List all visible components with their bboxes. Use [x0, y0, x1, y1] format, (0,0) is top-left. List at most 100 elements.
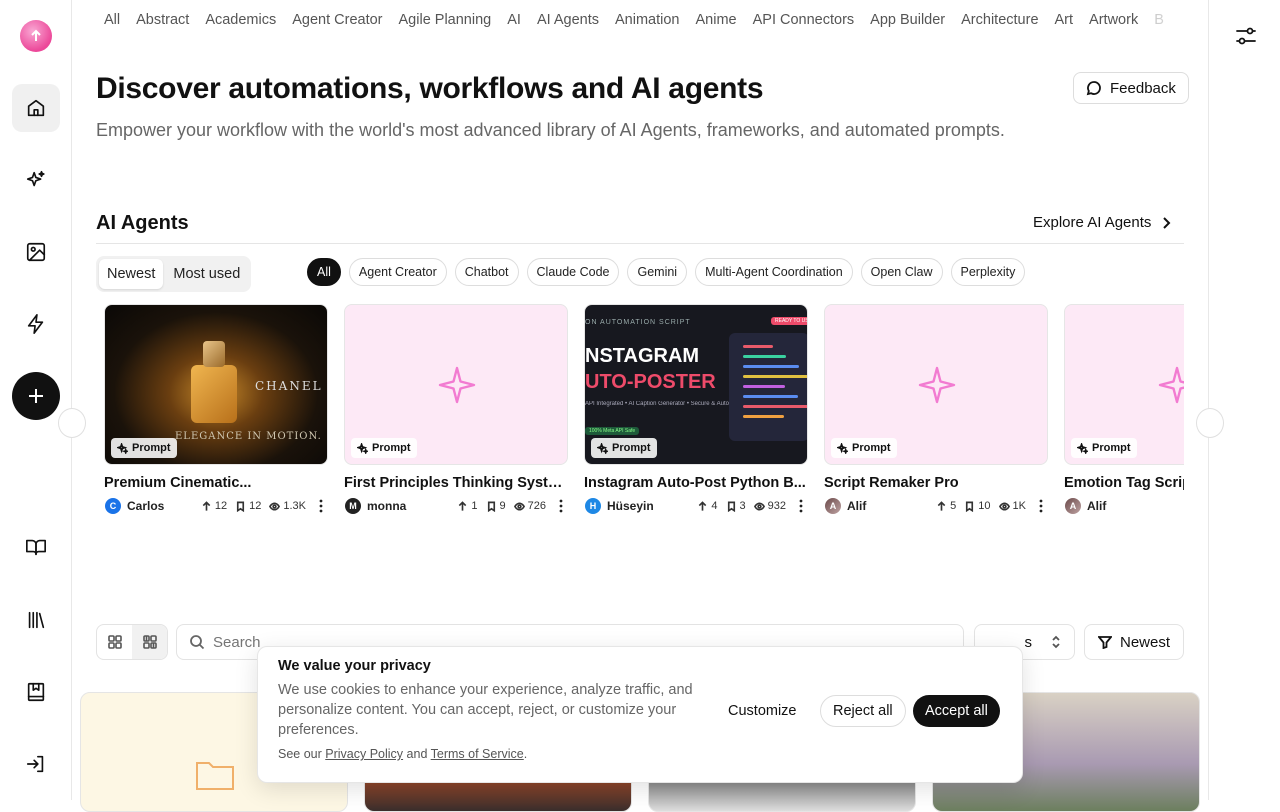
avatar-letter: A: [829, 501, 837, 511]
category-tab[interactable]: Animation: [615, 12, 679, 28]
filter-chip[interactable]: Gemini: [627, 258, 688, 286]
sort-toggle: Newest Most used: [96, 256, 252, 292]
settings-sliders-icon[interactable]: [1234, 24, 1258, 48]
save-stat[interactable]: 10: [964, 500, 991, 512]
explore-link[interactable]: Explore AI Agents: [1033, 214, 1173, 231]
chevron-right-icon: [1163, 216, 1171, 229]
dense-grid-icon: [142, 635, 157, 649]
terms-of-service-link[interactable]: Terms of Service: [431, 747, 524, 761]
card-menu-button[interactable]: [314, 499, 328, 513]
upvote-stat[interactable]: 5: [936, 500, 956, 512]
nav-ai-button[interactable]: [12, 156, 60, 204]
thumb-brand-text: CHANEL: [255, 379, 323, 393]
category-tab[interactable]: App Builder: [870, 12, 945, 28]
app-logo[interactable]: [20, 20, 52, 52]
carousel-prev-button[interactable]: [58, 408, 86, 438]
filter-chip[interactable]: Claude Code: [526, 258, 620, 286]
nav-login-button[interactable]: [12, 740, 60, 788]
card-tag-label: Prompt: [1092, 442, 1131, 454]
upvote-stat[interactable]: 12: [201, 500, 227, 512]
author-name[interactable]: Carlos: [127, 499, 193, 513]
create-button[interactable]: [12, 372, 60, 420]
sparkles-icon: [26, 170, 45, 187]
sort-tab-most-used[interactable]: Most used: [165, 259, 248, 289]
nav-automations-button[interactable]: [12, 300, 60, 348]
avatar-letter: A: [1069, 501, 1077, 511]
save-stat[interactable]: 3: [726, 500, 746, 512]
sort-tab-newest[interactable]: Newest: [99, 259, 164, 289]
agent-card[interactable]: Prompt First Principles Thinking System Mm…: [344, 304, 568, 515]
agents-carousel: CHANEL ELEGANCE IN MOTION. Prompt Premium C…: [104, 304, 1184, 524]
card-menu-button[interactable]: [794, 499, 808, 513]
filter-chip[interactable]: Perplexity: [950, 258, 1026, 286]
dense-grid-view-button[interactable]: [132, 625, 167, 659]
card-tag: Prompt: [351, 438, 417, 458]
privacy-policy-link[interactable]: Privacy Policy: [325, 747, 403, 761]
upvote-stat[interactable]: 1: [457, 500, 478, 512]
category-fade: [1156, 0, 1204, 40]
save-stat[interactable]: 12: [235, 500, 261, 512]
filter-chip[interactable]: Agent Creator: [348, 258, 447, 286]
category-tab[interactable]: Agent Creator: [292, 12, 382, 28]
card-menu-button[interactable]: [554, 499, 568, 513]
nav-images-button[interactable]: [12, 228, 60, 276]
more-vertical-icon: [319, 499, 323, 513]
sparkles-icon: [117, 442, 128, 454]
category-tab[interactable]: Architecture: [961, 12, 1038, 28]
arrow-up-icon: [937, 500, 946, 511]
agent-card[interactable]: ON AUTOMATION SCRIPT NSTAGRAM UTO-POSTER AP…: [584, 304, 808, 515]
agent-card[interactable]: Prompt Script Remaker Pro A Alif 5 10 1K: [824, 304, 1048, 515]
agent-card[interactable]: PromptEmotion Tag ScriptAAlif4: [1064, 304, 1184, 515]
cookie-reject-button[interactable]: Reject all: [820, 695, 906, 727]
grid-view-button[interactable]: [97, 625, 132, 659]
arrow-up-icon: [459, 500, 467, 511]
category-tab[interactable]: Anime: [696, 12, 737, 28]
section-divider: [96, 243, 1184, 244]
page-title: Discover automations, workflows and AI a…: [96, 72, 764, 105]
cookie-and: and: [406, 747, 428, 761]
filter-chip[interactable]: Open Claw: [860, 258, 943, 286]
category-tab[interactable]: Agile Planning: [399, 12, 492, 28]
card-meta: H Hüseyin 4 3 932: [584, 497, 808, 515]
category-tab[interactable]: Art: [1055, 12, 1074, 28]
category-tab[interactable]: AI: [507, 12, 521, 28]
feedback-button[interactable]: Feedback: [1073, 72, 1189, 104]
filter-chip[interactable]: Chatbot: [454, 258, 519, 286]
card-thumbnail: Prompt: [824, 304, 1048, 465]
sort-newest-button[interactable]: Newest: [1084, 624, 1184, 660]
upvote-stat[interactable]: 4: [697, 500, 718, 512]
category-tab[interactable]: API Connectors: [753, 12, 855, 28]
nav-home-button[interactable]: [12, 84, 60, 132]
card-menu-button[interactable]: [1034, 499, 1048, 513]
category-tab[interactable]: Academics: [205, 12, 276, 28]
category-tab[interactable]: All: [104, 12, 120, 28]
card-tag-label: Prompt: [372, 442, 411, 454]
carousel-next-button[interactable]: [1196, 408, 1224, 438]
nav-saved-button[interactable]: [12, 668, 60, 716]
author-name[interactable]: Alif: [847, 499, 928, 513]
nav-library-button[interactable]: [12, 596, 60, 644]
author-name[interactable]: Alif: [1087, 499, 1184, 513]
sparkle-icon: [1158, 366, 1184, 404]
agent-card[interactable]: CHANEL ELEGANCE IN MOTION. Prompt Premium C…: [104, 304, 328, 515]
cookie-links: See our Privacy Policy and Terms of Serv…: [278, 747, 527, 761]
chat-bubble-icon: [1086, 81, 1101, 96]
category-tab[interactable]: AI Agents: [537, 12, 599, 28]
card-meta: AAlif4: [1064, 497, 1184, 515]
cookie-accept-button[interactable]: Accept all: [913, 695, 1000, 727]
nav-docs-button[interactable]: [12, 523, 60, 571]
bookmark-icon: [966, 501, 974, 512]
code-line: [743, 415, 784, 418]
category-tab[interactable]: Abstract: [136, 12, 189, 28]
author-name[interactable]: Hüseyin: [607, 499, 689, 513]
cookie-customize-button[interactable]: Customize: [716, 695, 809, 727]
plus-icon: [29, 389, 43, 403]
view-count: 1K: [1012, 500, 1026, 512]
filter-chip[interactable]: Multi-Agent Coordination: [695, 258, 853, 286]
save-stat[interactable]: 9: [486, 500, 506, 512]
category-tab[interactable]: Artwork: [1089, 12, 1138, 28]
avatar-letter: M: [349, 501, 357, 511]
avatar: M: [345, 498, 361, 514]
filter-chip[interactable]: All: [307, 258, 341, 286]
author-name[interactable]: monna: [367, 499, 449, 513]
